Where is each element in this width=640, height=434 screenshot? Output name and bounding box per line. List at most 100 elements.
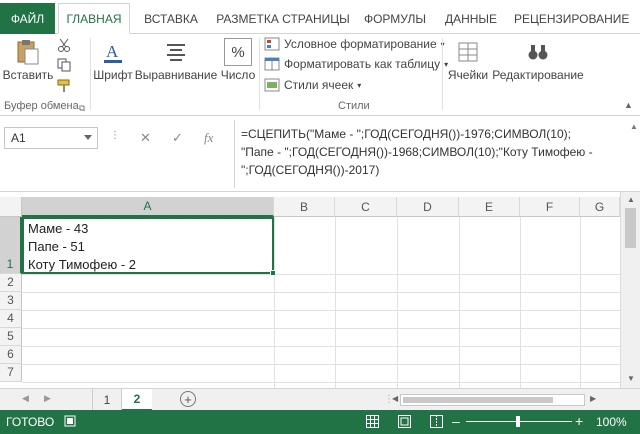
vertical-scroll-thumb[interactable]	[625, 208, 636, 248]
scroll-down-icon[interactable]: ▼	[627, 374, 635, 383]
column-header-g[interactable]: G	[580, 197, 620, 217]
row-header-7[interactable]: 7	[0, 364, 22, 382]
more-options-icon: ⋮	[110, 130, 120, 141]
row-header-3[interactable]: 3	[0, 292, 22, 310]
insert-function-icon[interactable]: fx	[204, 130, 213, 146]
page-break-view-icon[interactable]	[430, 415, 443, 431]
binoculars-icon	[524, 38, 552, 66]
row-header-1[interactable]: 1	[0, 217, 22, 274]
column-header-a[interactable]: A	[22, 197, 274, 217]
zoom-out-icon[interactable]: –	[452, 413, 460, 429]
row-header-5[interactable]: 5	[0, 328, 22, 346]
cells-icon	[454, 38, 482, 66]
ribbon-tab-bar: ФАЙЛ ГЛАВНАЯ ВСТАВКА РАЗМЕТКА СТРАНИЦЫ Ф…	[0, 0, 640, 34]
zoom-level[interactable]: 100%	[596, 415, 627, 429]
row-header-4[interactable]: 4	[0, 310, 22, 328]
page-layout-view-icon[interactable]	[398, 415, 411, 431]
normal-view-icon[interactable]	[366, 415, 379, 431]
gridline	[22, 274, 620, 275]
font-icon: A	[99, 38, 127, 66]
cell-styles-icon	[264, 78, 280, 92]
editing-button[interactable]: Редактирование	[492, 38, 584, 82]
row-header-6[interactable]: 6	[0, 346, 22, 364]
cell-a1[interactable]: Маме - 43 Папе - 51 Коту Тимофею - 2	[22, 217, 274, 274]
dialog-launcher-icon[interactable]: ⧉	[79, 103, 85, 114]
cells-button[interactable]: Ячейки	[447, 38, 489, 82]
tab-home[interactable]: ГЛАВНАЯ	[58, 3, 130, 34]
name-box[interactable]: A1	[4, 127, 98, 149]
scroll-right-icon[interactable]: ▶	[590, 394, 596, 403]
ribbon: Вставить Буфер обмена ⧉ A Шрифт Выравнив…	[0, 34, 640, 116]
gridline	[520, 217, 521, 388]
gridline	[22, 292, 620, 293]
copy-icon[interactable]	[57, 58, 71, 75]
cut-icon[interactable]	[57, 38, 71, 55]
percent-icon: %	[224, 38, 252, 66]
gridline	[22, 310, 620, 311]
alignment-button[interactable]: Выравнивание	[135, 38, 217, 82]
format-as-table-button[interactable]: Форматировать как таблицу ▾	[264, 57, 448, 71]
tab-insert[interactable]: ВСТАВКА	[136, 3, 206, 34]
confirm-icon[interactable]: ✓	[172, 130, 183, 146]
format-painter-icon[interactable]	[57, 79, 71, 96]
align-icon	[162, 38, 190, 66]
status-bar: ГОТОВО – + 100%	[0, 410, 640, 434]
horizontal-scroll-thumb[interactable]	[403, 397, 553, 403]
format-as-table-icon	[264, 57, 280, 71]
row-header-2[interactable]: 2	[0, 274, 22, 292]
group-separator	[442, 38, 443, 110]
horizontal-scrollbar[interactable]	[400, 394, 585, 406]
prev-sheet-icon[interactable]: ◀	[22, 393, 29, 404]
cancel-icon[interactable]: ✕	[140, 130, 151, 146]
gridline	[22, 382, 620, 383]
column-header-b[interactable]: B	[274, 197, 335, 217]
font-button[interactable]: A Шрифт	[93, 38, 133, 82]
tab-page-layout[interactable]: РАЗМЕТКА СТРАНИЦЫ	[213, 3, 353, 34]
fill-handle[interactable]	[270, 270, 276, 276]
gridline	[274, 217, 275, 388]
formula-bar-scroll-up-icon[interactable]: ▲	[630, 122, 638, 131]
zoom-in-icon[interactable]: +	[575, 413, 583, 429]
column-header-f[interactable]: F	[520, 197, 580, 217]
sheet-tabs-bar: ◀ ▶ 1 2 + ⋮ ◀ ▶	[0, 388, 640, 411]
scroll-up-icon[interactable]: ▲	[627, 195, 635, 204]
number-button[interactable]: % Число	[220, 38, 256, 82]
sheet-tab-2[interactable]: 2	[122, 389, 152, 411]
formula-input[interactable]: =СЦЕПИТЬ("Маме - ";ГОД(СЕГОДНЯ())-1976;С…	[234, 120, 628, 188]
chevron-down-icon	[84, 135, 92, 140]
gridline	[22, 328, 620, 329]
paste-button[interactable]: Вставить	[3, 38, 53, 82]
column-header-d[interactable]: D	[397, 197, 459, 217]
tab-data[interactable]: ДАННЫЕ	[440, 3, 502, 34]
group-separator	[90, 38, 91, 110]
collapse-ribbon-icon[interactable]: ▲	[624, 100, 633, 110]
formula-bar: A1 ⋮ ✕ ✓ fx =СЦЕПИТЬ("Маме - ";ГОД(СЕГОД…	[0, 116, 640, 192]
conditional-formatting-icon	[264, 37, 280, 51]
tab-formulas[interactable]: ФОРМУЛЫ	[360, 3, 430, 34]
scroll-left-icon[interactable]: ◀	[392, 394, 398, 403]
next-sheet-icon[interactable]: ▶	[44, 393, 51, 404]
add-sheet-icon[interactable]: +	[180, 391, 196, 407]
macro-record-icon[interactable]	[64, 415, 76, 430]
tab-review[interactable]: РЕЦЕНЗИРОВАНИЕ	[514, 3, 640, 34]
clipboard-group-label: Буфер обмена	[4, 100, 79, 112]
gridline	[335, 217, 336, 388]
status-ready: ГОТОВО	[6, 415, 55, 429]
column-header-e[interactable]: E	[459, 197, 520, 217]
cell-styles-button[interactable]: Стили ячеек ▾	[264, 78, 361, 92]
sheet-tab-1[interactable]: 1	[92, 389, 122, 411]
tab-file[interactable]: ФАЙЛ	[0, 3, 55, 34]
gridline	[397, 217, 398, 388]
svg-text:A: A	[106, 42, 119, 61]
conditional-formatting-button[interactable]: Условное форматирование ▾	[264, 37, 445, 51]
select-all-corner[interactable]	[0, 197, 22, 217]
dropdown-arrow-icon: ▾	[357, 80, 362, 90]
group-separator	[259, 38, 260, 110]
paste-icon	[14, 38, 42, 66]
gridline	[459, 217, 460, 388]
column-header-c[interactable]: C	[335, 197, 397, 217]
vertical-scrollbar[interactable]: ▲ ▼	[620, 192, 640, 388]
zoom-slider-thumb[interactable]	[516, 416, 520, 427]
gridline	[580, 217, 581, 388]
gridline	[22, 364, 620, 365]
